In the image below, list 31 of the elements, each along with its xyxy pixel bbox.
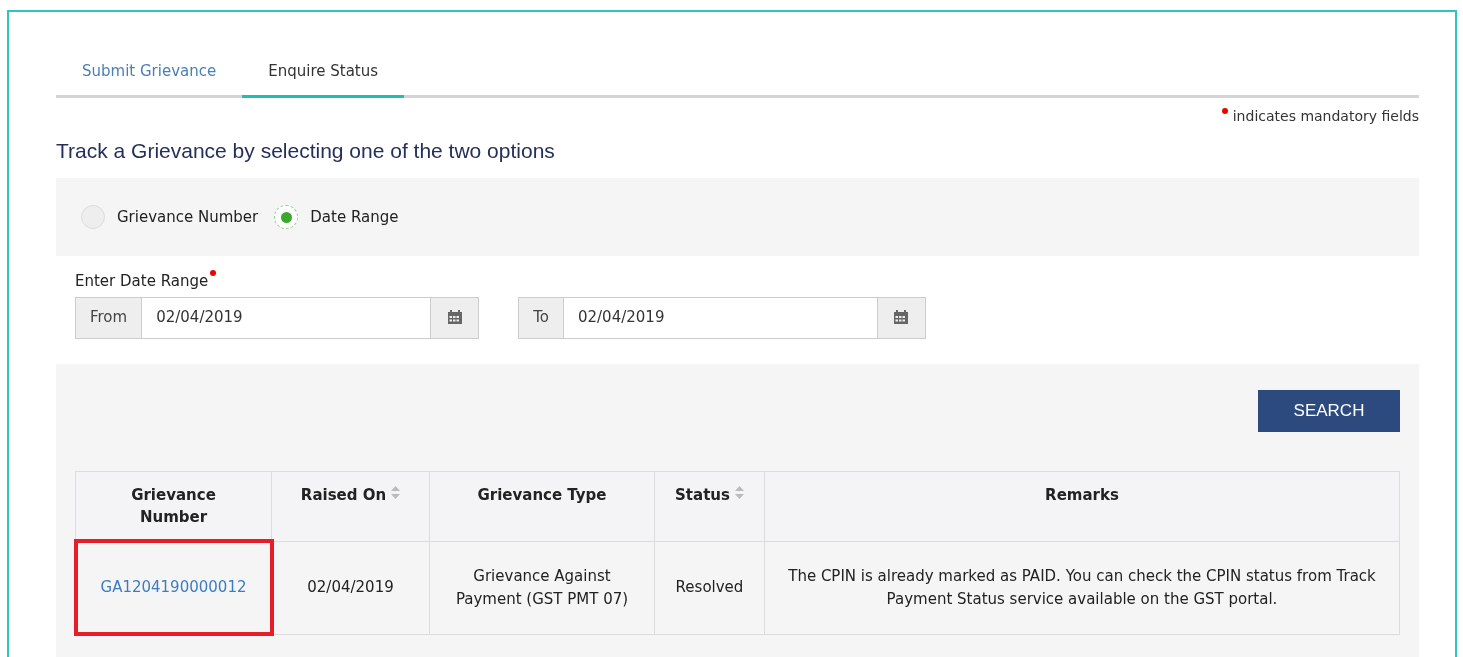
- field-prefix: To: [518, 296, 564, 339]
- search-button[interactable]: SEARCH: [1258, 389, 1400, 432]
- table-cell: Grievance Against Payment (GST PMT 07): [455, 567, 629, 608]
- sort-icon[interactable]: [734, 485, 744, 499]
- column-header: Raised On: [300, 485, 387, 504]
- field-label: Enter Date Range: [75, 271, 209, 292]
- calendar-button[interactable]: [876, 296, 926, 339]
- option-label: Date Range: [310, 206, 399, 228]
- grievance-link[interactable]: GA1204190000012: [100, 576, 247, 599]
- field-prefix: From: [75, 296, 143, 339]
- radio-button[interactable]: [274, 205, 299, 229]
- calendar-button[interactable]: [430, 296, 480, 339]
- tab[interactable]: Submit Grievance: [56, 54, 243, 98]
- table-cell: 02/04/2019: [307, 578, 394, 597]
- date-field[interactable]: 02/04/2019: [142, 296, 431, 339]
- column-header: Status: [675, 485, 730, 504]
- column-header: Grievance Type: [477, 485, 607, 504]
- radio-button[interactable]: [81, 205, 105, 229]
- column-header: Grievance Number: [131, 485, 216, 526]
- calendar-icon: [893, 310, 910, 325]
- calendar-icon: [446, 310, 463, 325]
- option-label: Grievance Number: [117, 206, 259, 228]
- mandatory-note: indicates mandatory fields: [1232, 106, 1419, 126]
- required-dot: [1221, 107, 1228, 114]
- sort-icon[interactable]: [391, 485, 401, 499]
- column-header: Remarks: [1045, 485, 1119, 504]
- date-field[interactable]: 02/04/2019: [563, 296, 877, 339]
- table-cell: Resolved: [675, 578, 744, 597]
- tab[interactable]: Enquire Status: [242, 54, 405, 98]
- table-cell: The CPIN is already marked as PAID. You can check the CPIN status from Track Payment Status service available on the GST portal.: [788, 567, 1376, 608]
- heading: Track a Grievance by selecting one of the two options: [56, 137, 556, 164]
